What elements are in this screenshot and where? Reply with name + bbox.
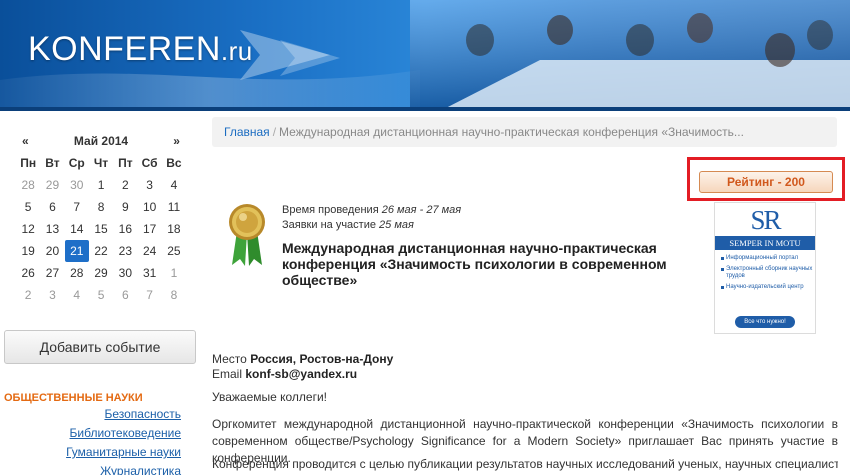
- calendar-day[interactable]: 27: [40, 262, 64, 284]
- calendar-day[interactable]: 2: [16, 284, 40, 306]
- calendar-day[interactable]: 8: [162, 284, 186, 306]
- calendar-day-selected[interactable]: 21: [64, 240, 89, 262]
- sidebar-ad-banner[interactable]: SR SEMPER IN MOTU Информационный портал …: [714, 202, 816, 334]
- calendar-header: « Май 2014 »: [16, 130, 186, 152]
- header-divider: [0, 107, 850, 111]
- calendar-prev-button[interactable]: «: [22, 134, 29, 148]
- event-time-value: 26 мая - 27 мая: [381, 204, 462, 216]
- calendar-day-name: Ср: [68, 156, 85, 170]
- category-title: ОБЩЕСТВЕННЫЕ НАУКИ: [4, 392, 143, 404]
- event-email-row: Email konf-sb@yandex.ru: [212, 367, 393, 382]
- calendar-day[interactable]: 31: [137, 262, 161, 284]
- calendar-day[interactable]: 7: [65, 196, 89, 218]
- calendar-day[interactable]: 28: [16, 174, 40, 196]
- calendar-day[interactable]: 14: [65, 218, 89, 240]
- event-apps-value: 25 мая: [379, 219, 414, 231]
- calendar-day[interactable]: 9: [113, 196, 137, 218]
- event-email-value: konf-sb@yandex.ru: [245, 367, 358, 381]
- breadcrumb-home-link[interactable]: Главная: [224, 125, 270, 139]
- calendar-day[interactable]: 4: [65, 284, 89, 306]
- calendar-day[interactable]: 3: [137, 174, 161, 196]
- rating-highlight-frame: Рейтинг - 200: [687, 157, 845, 201]
- calendar-day[interactable]: 20: [40, 240, 64, 262]
- content-paragraph: Конференция проводится с целью публикаци…: [212, 457, 838, 471]
- calendar-day[interactable]: 1: [162, 262, 186, 284]
- calendar-grid: Пн Вт Ср Чт Пт Сб Вс 28 29 30 1 2 3 4 5 6 7 8 9 10 11 12 13 14 1…: [16, 152, 186, 306]
- category-link[interactable]: Безопасность: [66, 405, 181, 424]
- calendar-day[interactable]: 6: [113, 284, 137, 306]
- calendar-day[interactable]: 24: [137, 240, 161, 262]
- event-dates: Время проведения 26 мая - 27 мая Заявки …: [282, 203, 461, 233]
- add-event-button[interactable]: Добавить событие: [4, 330, 196, 364]
- calendar-day[interactable]: 1: [89, 174, 113, 196]
- calendar-day[interactable]: 29: [40, 174, 64, 196]
- calendar-day[interactable]: 19: [16, 240, 40, 262]
- calendar-day-name: Чт: [93, 156, 109, 170]
- ad-logo: SR: [750, 205, 781, 235]
- calendar-day[interactable]: 8: [89, 196, 113, 218]
- ad-item: Электронный сборник научных трудов: [721, 266, 813, 280]
- calendar-day-name: Пт: [118, 156, 133, 170]
- event-place-value: Россия, Ростов-на-Дону: [250, 352, 394, 366]
- category-link[interactable]: Журналистика: [66, 462, 181, 475]
- breadcrumb-separator: /: [272, 125, 277, 139]
- category-link[interactable]: Гуманитарные науки: [66, 443, 181, 462]
- calendar-day[interactable]: 17: [137, 218, 161, 240]
- calendar-day[interactable]: 5: [16, 196, 40, 218]
- calendar-day[interactable]: 28: [65, 262, 89, 284]
- event-apps-row: Заявки на участие 25 мая: [282, 218, 461, 233]
- calendar-day[interactable]: 7: [137, 284, 161, 306]
- event-time-row: Время проведения 26 мая - 27 мая: [282, 203, 461, 218]
- award-medal-icon: [229, 204, 265, 266]
- category-links: Безопасность Библиотековедение Гуманитар…: [66, 405, 181, 475]
- calendar-day[interactable]: 2: [113, 174, 137, 196]
- ad-items: Информационный портал Электронный сборни…: [721, 255, 813, 295]
- calendar-day[interactable]: 25: [162, 240, 186, 262]
- rating-button[interactable]: Рейтинг - 200: [699, 171, 833, 193]
- calendar-day[interactable]: 30: [113, 262, 137, 284]
- calendar-day-name: Вт: [45, 156, 60, 170]
- breadcrumb: Главная / Международная дистанционная науч…: [212, 117, 837, 147]
- logo-text: KONFEREN: [28, 30, 221, 68]
- calendar-day-name: Пн: [20, 156, 37, 170]
- calendar-day[interactable]: 22: [89, 240, 113, 262]
- calendar-day[interactable]: 5: [89, 284, 113, 306]
- calendar-day[interactable]: 3: [40, 284, 64, 306]
- calendar-day[interactable]: 18: [162, 218, 186, 240]
- calendar-day[interactable]: 15: [89, 218, 113, 240]
- event-details: Место Россия, Ростов-на-Дону Email konf-…: [212, 352, 393, 382]
- greeting-text: Уважаемые коллеги!: [212, 390, 328, 404]
- calendar-day[interactable]: 6: [40, 196, 64, 218]
- calendar-next-button[interactable]: »: [173, 134, 180, 148]
- ad-pill-button[interactable]: Все что нужно!: [735, 316, 795, 328]
- calendar-day-name: Вс: [166, 156, 182, 170]
- ad-band: SEMPER IN MOTU: [715, 236, 815, 250]
- event-place-label: Место: [212, 352, 247, 366]
- site-header: KONFEREN.ru: [0, 0, 850, 111]
- calendar-day[interactable]: 12: [16, 218, 40, 240]
- calendar-day[interactable]: 11: [162, 196, 186, 218]
- ad-item: Научно-издательский центр: [721, 284, 813, 291]
- calendar-day[interactable]: 13: [40, 218, 64, 240]
- calendar-day[interactable]: 26: [16, 262, 40, 284]
- calendar-day-name: Сб: [141, 156, 158, 170]
- site-logo[interactable]: KONFEREN.ru: [28, 30, 253, 69]
- calendar-day[interactable]: 30: [65, 174, 89, 196]
- calendar-day[interactable]: 23: [113, 240, 137, 262]
- calendar-day[interactable]: 4: [162, 174, 186, 196]
- logo-tld: .ru: [220, 36, 253, 66]
- event-time-label: Время проведения: [282, 204, 379, 216]
- event-place-row: Место Россия, Ростов-на-Дону: [212, 352, 393, 367]
- calendar-day[interactable]: 10: [137, 196, 161, 218]
- breadcrumb-current: Международная дистанционная научно-практ…: [279, 125, 744, 139]
- calendar-day[interactable]: 16: [113, 218, 137, 240]
- ad-item: Информационный портал: [721, 255, 813, 262]
- calendar-month-label: Май 2014: [73, 134, 129, 148]
- event-title: Международная дистанционная научно-практ…: [282, 240, 667, 288]
- calendar-day[interactable]: 29: [89, 262, 113, 284]
- calendar-widget: « Май 2014 » Пн Вт Ср Чт Пт Сб Вс 28 29 30 1 2 3 4 5 6 7…: [16, 130, 186, 306]
- category-link[interactable]: Библиотековедение: [66, 424, 181, 443]
- event-email-label: Email: [212, 367, 243, 381]
- event-apps-label: Заявки на участие: [282, 219, 376, 231]
